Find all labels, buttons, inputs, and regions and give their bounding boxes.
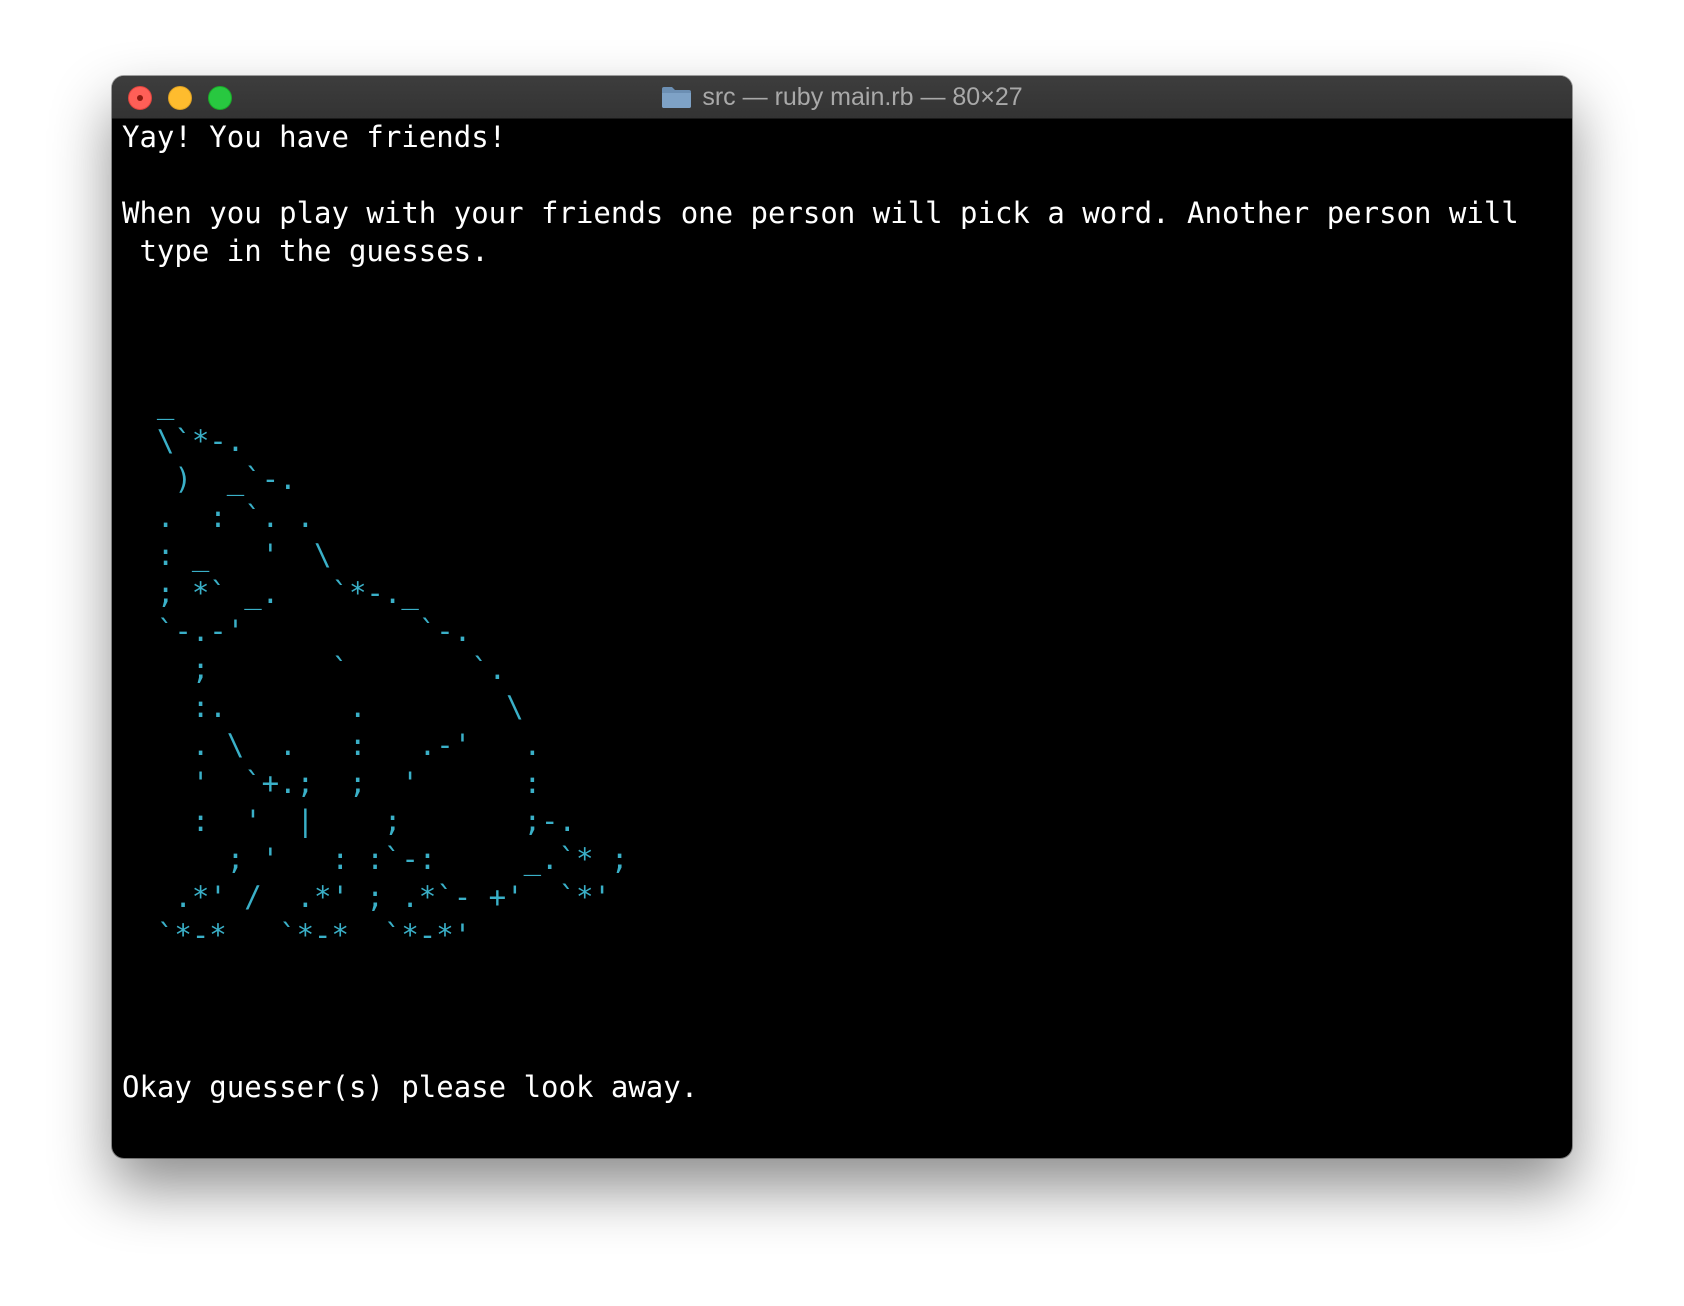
- instructions-line-1: When you play with your friends one pers…: [122, 196, 1519, 230]
- art-line: ; ` `.: [122, 652, 507, 686]
- art-line: :. . \: [122, 690, 524, 724]
- cat-ascii-art: _ \`*-. ) _`-. . : `. . : _ ' \ ; *` _. …: [122, 384, 1562, 954]
- art-line: ) _`-.: [122, 462, 297, 496]
- window-title-container: src — ruby main.rb — 80×27: [112, 76, 1572, 118]
- prompt-text: Okay guesser(s) please look away.: [122, 1070, 699, 1104]
- instructions-line-2: type in the guesses.: [122, 234, 489, 268]
- art-line: ; ' : :`-: _.`* ;: [122, 842, 629, 876]
- art-line: ; *` _. `*-._: [122, 576, 419, 610]
- terminal-window: src — ruby main.rb — 80×27 Yay! You have…: [112, 76, 1572, 1158]
- art-line: \`*-.: [122, 424, 245, 458]
- art-line: : ' | ; ;-.: [122, 804, 576, 838]
- art-line: `*-* `*-* `*-*': [122, 918, 472, 952]
- art-line: . \ . : .-' .: [122, 728, 542, 762]
- art-line: _: [122, 386, 175, 420]
- intro-text: Yay! You have friends!: [122, 120, 507, 154]
- title-bar[interactable]: src — ruby main.rb — 80×27: [112, 76, 1572, 119]
- folder-icon: [662, 87, 692, 108]
- art-line: `-.-' `-.: [122, 614, 472, 648]
- art-line: . : `. .: [122, 500, 315, 534]
- art-line: ' `+.; ; ' :: [122, 766, 542, 800]
- art-line: : _ ' \: [122, 538, 332, 572]
- window-title: src — ruby main.rb — 80×27: [702, 82, 1023, 111]
- terminal-output[interactable]: Yay! You have friends! When you play wit…: [122, 118, 1562, 1158]
- art-line: .*' / .*' ; .*`- +' `*': [122, 880, 611, 914]
